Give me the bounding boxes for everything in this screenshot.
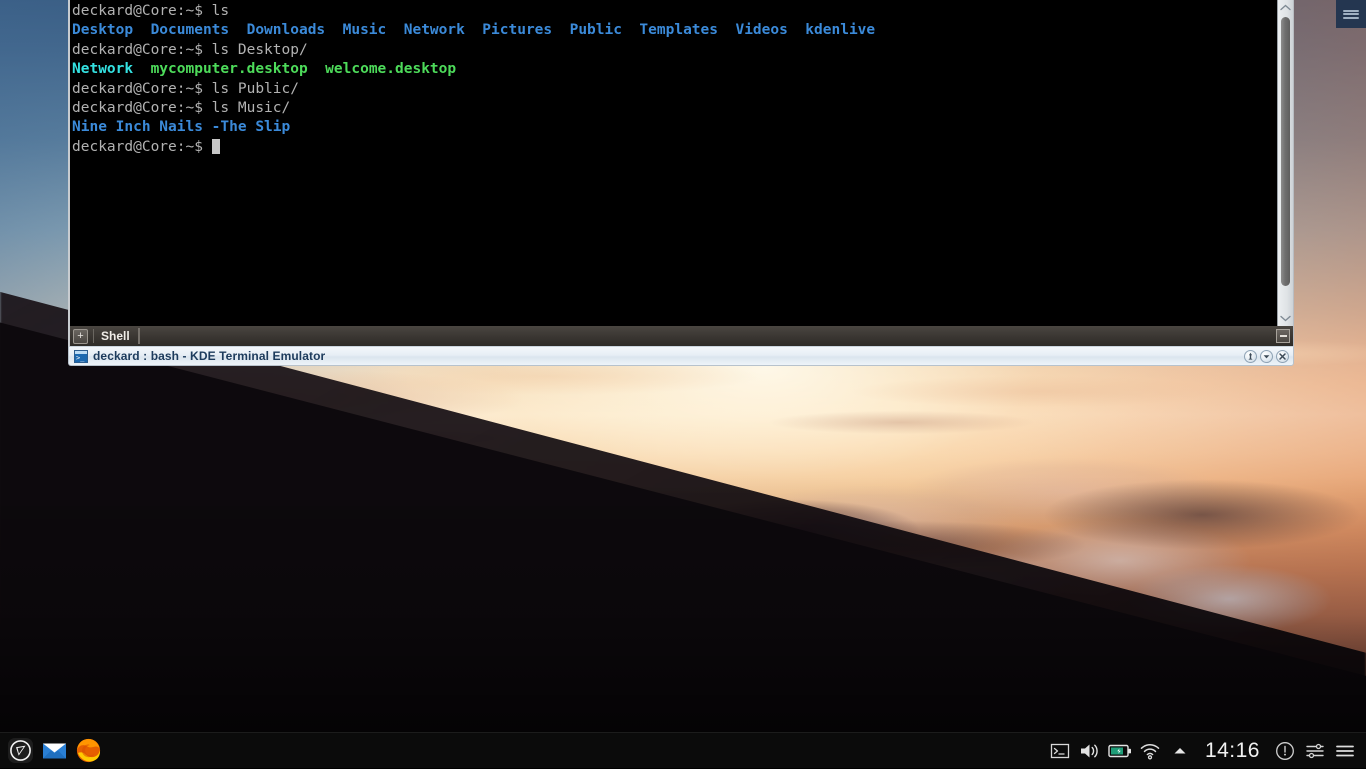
terminal-tabbar: + Shell	[68, 326, 1294, 346]
terminal-line: Desktop Documents Downloads Music Networ…	[72, 21, 1277, 40]
terminal-text-prompt: deckard@Core:~$ ls Public/	[72, 81, 299, 97]
mail-icon	[41, 737, 68, 764]
terminal-line: deckard@Core:~$ ls Desktop/	[72, 41, 1277, 60]
terminal-text-prompt: deckard@Core:~$ ls	[72, 3, 229, 19]
window-title: deckard : bash - KDE Terminal Emulator	[93, 349, 325, 363]
speaker-icon	[1079, 741, 1101, 761]
close-x-icon	[1278, 352, 1287, 361]
chevron-up-icon	[1280, 4, 1291, 11]
tray-network[interactable]	[1135, 733, 1165, 769]
scrollbar-thumb[interactable]	[1281, 17, 1290, 286]
tab-end-divider	[138, 328, 140, 344]
terminal-text-blue: Nine Inch Nails -The Slip	[72, 119, 290, 135]
sliders-icon	[1305, 742, 1325, 760]
tabbar-minimize-button[interactable]	[1276, 329, 1290, 343]
hamburger-menu-icon	[1343, 8, 1359, 20]
terminal-line: deckard@Core:~$ ls	[72, 2, 1277, 21]
terminal-text-green: mycomputer.desktop welcome.desktop	[151, 61, 457, 77]
info-circle-icon	[1275, 741, 1295, 761]
keep-above-button[interactable]	[1244, 350, 1257, 363]
terminal-text-prompt	[133, 61, 150, 77]
terminal-line: Network mycomputer.desktop welcome.deskt…	[72, 60, 1277, 79]
pin-icon	[1246, 352, 1255, 361]
desktop-toolbox-button[interactable]	[1336, 0, 1366, 28]
clock[interactable]: 14:16	[1195, 739, 1270, 763]
chevron-down-icon	[1280, 315, 1291, 322]
scrollbar-down-button[interactable]	[1278, 311, 1293, 326]
terminal-line: Nine Inch Nails -The Slip	[72, 118, 1277, 137]
taskbar[interactable]: 14:16	[0, 732, 1366, 768]
firefox-icon	[75, 737, 102, 764]
terminal-screen[interactable]: deckard@Core:~$ ls Desktop Documents Down…	[70, 0, 1277, 326]
window-menu-button[interactable]	[1260, 350, 1273, 363]
scrollbar-up-button[interactable]	[1278, 0, 1293, 15]
battery-plug-icon	[1108, 743, 1132, 759]
tabbar-divider	[93, 329, 94, 343]
new-tab-button[interactable]: +	[73, 329, 88, 344]
kde-launcher-icon	[7, 737, 34, 764]
terminal-line: deckard@Core:~$	[72, 138, 1277, 157]
window-titlebar[interactable]: deckard : bash - KDE Terminal Emulator	[68, 346, 1294, 366]
terminal-line: deckard@Core:~$ ls Public/	[72, 80, 1277, 99]
mail-launcher-button[interactable]	[40, 737, 68, 765]
tray-settings[interactable]	[1300, 733, 1330, 769]
chevron-up-icon	[1172, 745, 1188, 757]
terminal-text-prompt: deckard@Core:~$	[72, 139, 212, 155]
tray-terminal[interactable]	[1045, 733, 1075, 769]
terminal-line: deckard@Core:~$ ls Music/	[72, 99, 1277, 118]
konsole-icon	[74, 350, 88, 363]
terminal-body: deckard@Core:~$ ls Desktop Documents Down…	[68, 0, 1294, 326]
scrollbar-track[interactable]	[1278, 15, 1293, 311]
firefox-launcher-button[interactable]	[74, 737, 102, 765]
terminal-text-cyan: Network	[72, 61, 133, 77]
konsole-window[interactable]: deckard@Core:~$ ls Desktop Documents Down…	[68, 0, 1294, 366]
terminal-icon	[1050, 742, 1070, 760]
chevron-down-icon	[1262, 352, 1271, 361]
close-button[interactable]	[1276, 350, 1289, 363]
taskbar-launchers	[0, 737, 102, 765]
terminal-scrollbar[interactable]	[1277, 0, 1293, 326]
terminal-cursor	[212, 139, 220, 154]
wifi-icon	[1139, 742, 1161, 760]
system-tray: 14:16	[1045, 733, 1366, 769]
app-launcher-button[interactable]	[6, 737, 34, 765]
terminal-text-prompt: deckard@Core:~$ ls Music/	[72, 100, 290, 116]
tray-notifications[interactable]	[1270, 733, 1300, 769]
terminal-text-prompt: deckard@Core:~$ ls Desktop/	[72, 42, 308, 58]
hamburger-menu-icon	[1335, 743, 1355, 759]
tray-menu[interactable]	[1330, 733, 1360, 769]
tab-shell[interactable]: Shell	[99, 329, 138, 343]
tray-expand[interactable]	[1165, 733, 1195, 769]
tray-battery[interactable]	[1105, 733, 1135, 769]
tray-volume[interactable]	[1075, 733, 1105, 769]
terminal-text-dir: Desktop Documents Downloads Music Networ…	[72, 22, 875, 38]
